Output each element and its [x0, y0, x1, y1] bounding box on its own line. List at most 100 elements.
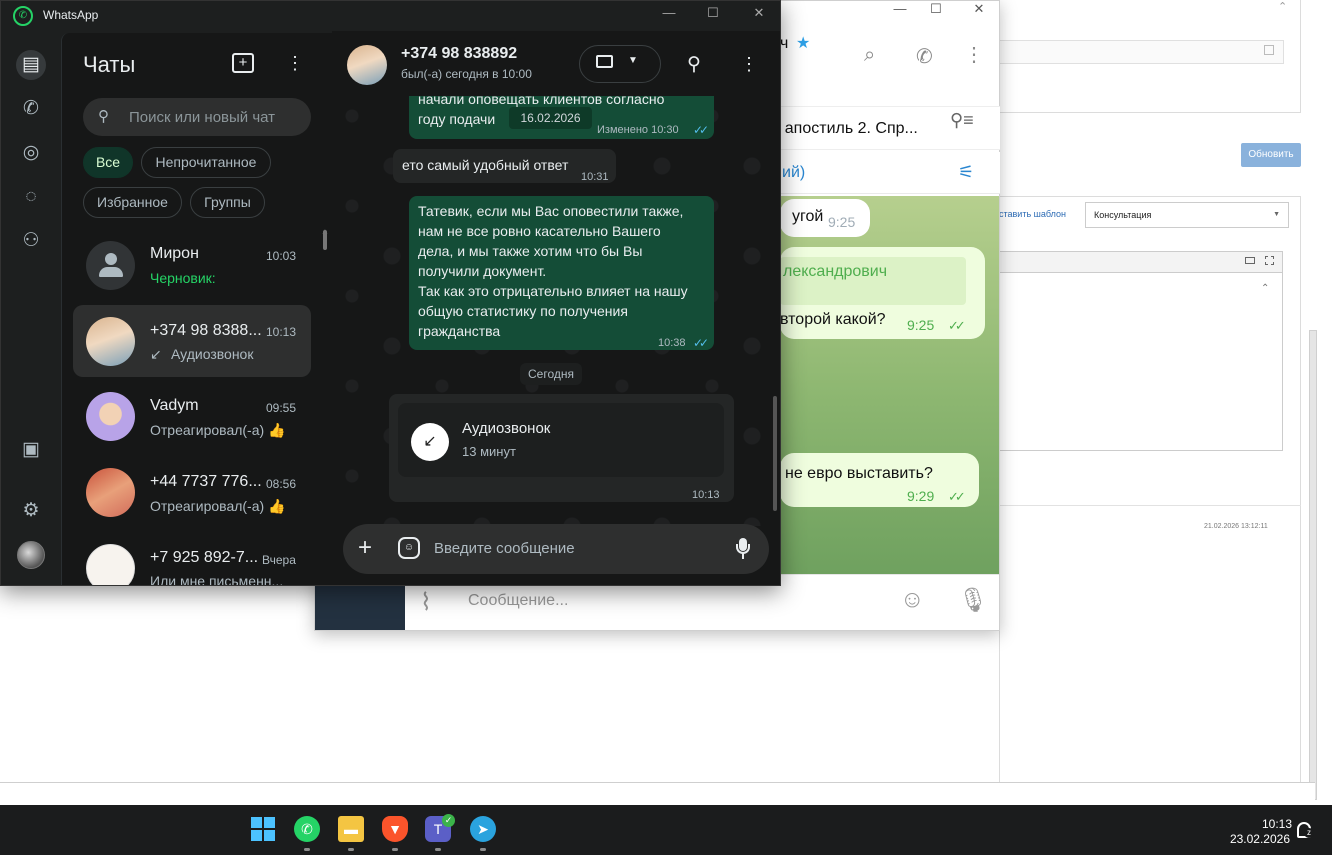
- message-text: не евро выставить?: [785, 465, 933, 482]
- sticker-icon[interactable]: ☺: [398, 537, 420, 559]
- chat-time: 08:56: [266, 477, 297, 491]
- brave-icon[interactable]: ▼: [382, 816, 408, 842]
- app-title: WhatsApp: [43, 8, 99, 22]
- message-input[interactable]: Введите сообщение: [434, 540, 575, 557]
- message-bubble-outgoing[interactable]: Татевик, если мы Вас оповестили также, н…: [409, 196, 714, 350]
- date-chip: 16.02.2026: [509, 107, 592, 129]
- calendar-icon[interactable]: [1264, 45, 1274, 55]
- double-check-icon: ✓✓: [693, 336, 709, 350]
- contact-name[interactable]: +374 98 838892: [401, 45, 517, 63]
- chat-name: Vadym: [150, 397, 199, 414]
- taskbar: [0, 805, 1332, 855]
- file-explorer-icon[interactable]: ▬: [338, 816, 364, 842]
- clock-time[interactable]: 10:13: [1262, 817, 1292, 831]
- running-indicator: [480, 848, 486, 851]
- filter-chip-groups[interactable]: Группы: [190, 187, 265, 218]
- status-icon[interactable]: ◎: [16, 138, 46, 168]
- insert-template-link[interactable]: ставить шаблон: [999, 209, 1066, 219]
- filter-icon[interactable]: ⚟: [958, 162, 974, 183]
- chats-icon[interactable]: ▤: [16, 50, 46, 80]
- incoming-call-icon: ↙: [411, 423, 449, 461]
- conversation-scrollbar[interactable]: [773, 396, 777, 511]
- update-button[interactable]: Обновить: [1241, 143, 1301, 167]
- chat-preview: Аудиозвонок: [171, 346, 254, 362]
- message-bubble-incoming[interactable]: ето самый удобный ответ 10:31: [393, 149, 616, 183]
- filter-chip-favorites[interactable]: Избранное: [83, 187, 182, 218]
- chat-list-scrollbar[interactable]: [323, 230, 327, 250]
- new-chat-icon[interactable]: +: [232, 53, 254, 73]
- pin-list-icon[interactable]: ⚲≡: [950, 110, 974, 131]
- avatar: [86, 544, 135, 585]
- page-scrollbar[interactable]: [1309, 330, 1317, 800]
- filter-chip-all[interactable]: Все: [83, 147, 133, 178]
- more-vertical-icon[interactable]: ⋮: [286, 53, 304, 74]
- paperclip-icon[interactable]: ⌇: [420, 588, 432, 617]
- message-time: 9:25: [907, 317, 935, 333]
- more-vertical-icon[interactable]: ⋮: [740, 54, 758, 75]
- close-icon[interactable]: ✕: [964, 1, 994, 19]
- telegram-icon[interactable]: ➤: [470, 816, 496, 842]
- start-icon[interactable]: [250, 816, 276, 842]
- search-icon[interactable]: ⌕: [864, 44, 875, 67]
- editor-textarea[interactable]: [999, 273, 1283, 451]
- double-check-icon: ✓✓: [948, 318, 966, 333]
- phone-icon[interactable]: ✆: [916, 44, 933, 69]
- maximize-icon[interactable]: ☐: [921, 1, 951, 19]
- date-separator: Сегодня: [520, 363, 582, 385]
- chevron-up-icon[interactable]: ⌃: [1278, 0, 1287, 13]
- divider: [999, 505, 1301, 506]
- minimize-icon[interactable]: —: [652, 3, 686, 25]
- bg-date-input[interactable]: [999, 40, 1284, 64]
- attach-plus-icon[interactable]: +: [358, 534, 372, 562]
- microphone-icon[interactable]: [736, 538, 750, 560]
- channels-icon[interactable]: ◌: [16, 182, 46, 212]
- search-placeholder: Поиск или новый чат: [129, 109, 276, 126]
- horizontal-scrollbar[interactable]: [0, 782, 1315, 804]
- telegram-message: угой 9:25: [780, 199, 870, 237]
- contact-avatar[interactable]: [347, 45, 387, 85]
- message-text-line: Так как это отрицательно влияет на нашу: [418, 283, 688, 299]
- keyboard-icon[interactable]: [1245, 257, 1255, 264]
- chevron-down-icon: ▼: [628, 55, 638, 66]
- whatsapp-icon[interactable]: ✆: [294, 816, 320, 842]
- status-check-badge-icon: ✓: [442, 814, 455, 827]
- running-indicator: [392, 848, 398, 851]
- fullscreen-icon[interactable]: [1265, 256, 1274, 265]
- message-time: 9:29: [907, 488, 935, 504]
- message-time: 10:13: [692, 489, 720, 501]
- call-title: Аудиозвонок: [462, 420, 551, 437]
- avatar: [86, 317, 135, 366]
- whatsapp-titlebar: ✆ WhatsApp — ☐ ✕: [1, 1, 780, 31]
- close-icon[interactable]: ✕: [742, 3, 776, 25]
- profile-avatar[interactable]: [17, 541, 45, 569]
- chat-time: Вчера: [262, 553, 296, 567]
- double-check-icon: ✓✓: [693, 123, 709, 137]
- minimize-icon[interactable]: —: [885, 1, 915, 19]
- telegram-filter-text[interactable]: ий): [782, 164, 805, 182]
- message-edited-time: Изменено 10:30: [597, 124, 679, 136]
- settings-gear-icon[interactable]: ⚙: [16, 496, 46, 526]
- filter-chip-unread[interactable]: Непрочитанное: [141, 147, 271, 178]
- maximize-icon[interactable]: ☐: [696, 3, 730, 25]
- emoji-icon[interactable]: ☺: [900, 586, 925, 614]
- chat-name: +44 7737 776...: [150, 473, 262, 490]
- template-select[interactable]: Консультация ▼: [1085, 202, 1289, 228]
- communities-icon[interactable]: ⚇: [16, 226, 46, 256]
- avatar: [86, 241, 135, 290]
- call-duration: 13 минут: [462, 444, 516, 459]
- media-icon[interactable]: ▣: [16, 435, 46, 465]
- search-icon[interactable]: ⚲: [687, 53, 701, 76]
- chevron-up-icon[interactable]: ⌃: [1261, 283, 1269, 294]
- more-vertical-icon[interactable]: ⋮: [964, 42, 984, 67]
- telegram-chat-name[interactable]: ч: [780, 35, 788, 53]
- microphone-icon[interactable]: 🎙: [958, 586, 988, 615]
- call-missed-icon: ↙: [150, 346, 162, 362]
- telegram-message-input[interactable]: Сообщение...: [468, 592, 568, 610]
- message-text-line: гражданства: [418, 323, 501, 339]
- clock-date[interactable]: 23.02.2026: [1228, 832, 1290, 846]
- message-text-line: дела, и мы также хотим что бы Вы: [418, 243, 643, 259]
- calls-icon[interactable]: ✆: [16, 94, 46, 124]
- video-call-button[interactable]: [579, 45, 661, 83]
- chat-time: 09:55: [266, 401, 297, 415]
- message-text: году подачи: [418, 111, 496, 127]
